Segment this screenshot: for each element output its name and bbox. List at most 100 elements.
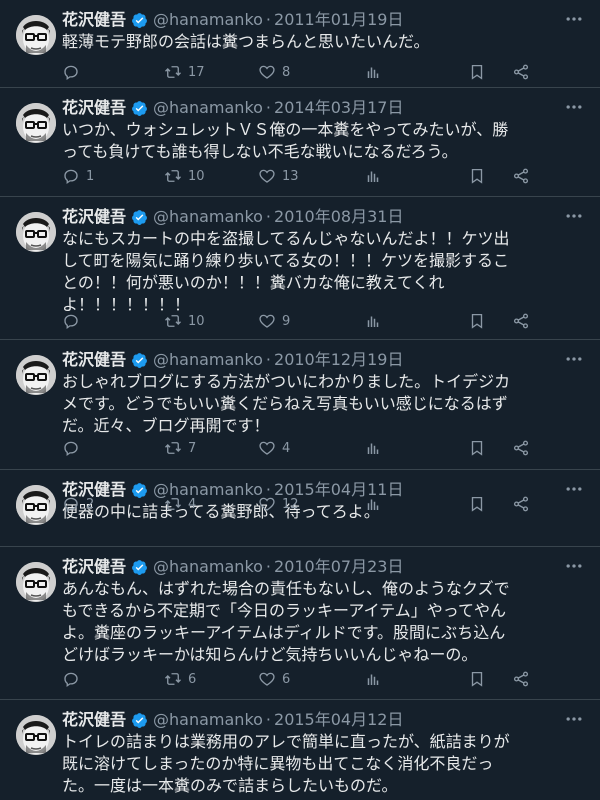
like-button[interactable]: 13: [258, 166, 299, 186]
like-button[interactable]: 6: [258, 669, 290, 689]
author-name[interactable]: 花沢健吾: [62, 709, 126, 731]
author-name[interactable]: 花沢健吾: [62, 206, 126, 228]
bookmark-icon: [468, 63, 486, 81]
share-icon: [512, 439, 530, 457]
like-button[interactable]: 8: [258, 62, 290, 82]
like-button[interactable]: 9: [258, 311, 290, 331]
more-icon[interactable]: [564, 206, 584, 226]
views-icon: [364, 439, 382, 457]
author-handle[interactable]: @hanamanko: [153, 709, 263, 731]
bookmark-button[interactable]: [468, 166, 486, 186]
views-button[interactable]: [364, 62, 382, 82]
retweet-button[interactable]: 4: [164, 494, 196, 514]
author-name[interactable]: 花沢健吾: [62, 9, 126, 31]
avatar[interactable]: [16, 103, 56, 143]
tweet-date[interactable]: 2014年03月17日: [274, 97, 403, 119]
views-icon: [364, 495, 382, 513]
share-button[interactable]: [512, 494, 530, 514]
more-icon[interactable]: [564, 709, 584, 729]
share-button[interactable]: [512, 669, 530, 689]
tweet-date[interactable]: 2010年07月23日: [274, 556, 403, 578]
bookmark-icon: [468, 312, 486, 330]
reply-button[interactable]: [62, 669, 86, 689]
author-name[interactable]: 花沢健吾: [62, 97, 126, 119]
more-icon[interactable]: [564, 349, 584, 369]
bookmark-button[interactable]: [468, 494, 486, 514]
tweet-date[interactable]: 2011年01月19日: [274, 9, 403, 31]
reply-button[interactable]: [62, 62, 86, 82]
tweet[interactable]: 花沢健吾 @hanamanko · 2010年08月31日 なにもスカートの中を盗撮して…: [0, 197, 600, 340]
more-icon[interactable]: [564, 9, 584, 29]
author-name[interactable]: 花沢健吾: [62, 349, 126, 371]
retweet-button[interactable]: 10: [164, 311, 205, 331]
reply-icon: [62, 495, 80, 513]
like-icon: [258, 439, 276, 457]
reply-button[interactable]: 2: [62, 494, 94, 514]
tweet[interactable]: 花沢健吾 @hanamanko · 2011年01月19日 軽薄モテ野郎の会話は糞つまら…: [0, 0, 600, 88]
tweet-text-line: っても負けても誰も得しない不毛な戦いになるだろう。: [62, 142, 458, 161]
avatar[interactable]: [16, 15, 56, 55]
share-button[interactable]: [512, 311, 530, 331]
separator-dot: ·: [265, 350, 272, 369]
retweet-count: 10: [188, 313, 205, 329]
reply-button[interactable]: [62, 311, 86, 331]
author-handle[interactable]: @hanamanko: [153, 556, 263, 578]
tweet-actions: 10 9: [62, 311, 584, 331]
like-button[interactable]: 4: [258, 438, 290, 458]
bookmark-button[interactable]: [468, 311, 486, 331]
tweet[interactable]: 花沢健吾 @hanamanko · 2015年04月12日 トイレの詰まりは業務用のアレ…: [0, 700, 600, 800]
retweet-button[interactable]: 7: [164, 438, 196, 458]
views-button[interactable]: [364, 166, 382, 186]
views-button[interactable]: [364, 438, 382, 458]
tweet-actions: 17 8: [62, 62, 584, 82]
tweet[interactable]: 花沢健吾 @hanamanko · 2015年04月11日 便器の中に詰まってる糞野郎、…: [0, 470, 600, 547]
bookmark-icon: [468, 670, 486, 688]
retweet-button[interactable]: 6: [164, 669, 196, 689]
tweet-content: 花沢健吾 @hanamanko · 2010年07月23日 あんなもん、はずれた場合の責…: [62, 556, 584, 666]
tweet-date[interactable]: 2015年04月12日: [274, 709, 403, 731]
avatar[interactable]: [16, 212, 56, 252]
reply-button[interactable]: 1: [62, 166, 94, 186]
author-name[interactable]: 花沢健吾: [62, 556, 126, 578]
tweet-date[interactable]: 2010年12月19日: [274, 349, 403, 371]
author-handle[interactable]: @hanamanko: [153, 97, 263, 119]
author-handle[interactable]: @hanamanko: [153, 206, 263, 228]
share-button[interactable]: [512, 438, 530, 458]
retweet-button[interactable]: 10: [164, 166, 205, 186]
like-button[interactable]: 12: [258, 494, 299, 514]
avatar[interactable]: [16, 715, 56, 755]
tweet[interactable]: 花沢健吾 @hanamanko · 2010年12月19日 おしゃれブログにする方法がつ…: [0, 340, 600, 470]
reply-count: 2: [86, 496, 95, 512]
tweet-text-line: トイレの詰まりは業務用のアレで簡単に直ったが、紙詰まりが: [62, 732, 510, 751]
views-button[interactable]: [364, 311, 382, 331]
tweet-text-line: た。一度は一本糞のみで詰まらしたいものだ。: [62, 776, 398, 795]
share-button[interactable]: [512, 62, 530, 82]
more-icon[interactable]: [564, 97, 584, 117]
tweet[interactable]: 花沢健吾 @hanamanko · 2014年03月17日 いつか、ウォシュレットＶＳ俺…: [0, 88, 600, 197]
bookmark-button[interactable]: [468, 438, 486, 458]
author-handle[interactable]: @hanamanko: [153, 9, 263, 31]
retweet-button[interactable]: 17: [164, 62, 205, 82]
tweet-actions: 66: [62, 669, 584, 689]
bookmark-button[interactable]: [468, 62, 486, 82]
retweet-icon: [164, 439, 182, 457]
retweet-icon: [164, 63, 182, 81]
tweet-date[interactable]: 2010年08月31日: [274, 206, 403, 228]
avatar[interactable]: [16, 485, 56, 525]
reply-icon: [62, 63, 80, 81]
bookmark-icon: [468, 495, 486, 513]
avatar[interactable]: [16, 562, 56, 602]
tweet-header: 花沢健吾 @hanamanko · 2010年07月23日: [62, 556, 584, 578]
avatar[interactable]: [16, 355, 56, 395]
reply-button[interactable]: [62, 438, 86, 458]
share-button[interactable]: [512, 166, 530, 186]
views-button[interactable]: [364, 494, 382, 514]
tweet[interactable]: 花沢健吾 @hanamanko · 2010年07月23日 あんなもん、はずれた場合の責…: [0, 547, 600, 700]
tweet-text-line: して町を陽気に踊り練り歩いてる女の！！！ケツを撮影するこ: [62, 251, 510, 270]
tweet-content: 花沢健吾 @hanamanko · 2010年08月31日 なにもスカートの中を盗撮して…: [62, 206, 584, 316]
author-handle[interactable]: @hanamanko: [153, 349, 263, 371]
more-icon[interactable]: [564, 556, 584, 576]
tweet-text: いつか、ウォシュレットＶＳ俺の一本糞をやってみたいが、勝 っても負けても誰も得しな…: [62, 119, 584, 163]
views-button[interactable]: [364, 669, 382, 689]
bookmark-button[interactable]: [468, 669, 486, 689]
